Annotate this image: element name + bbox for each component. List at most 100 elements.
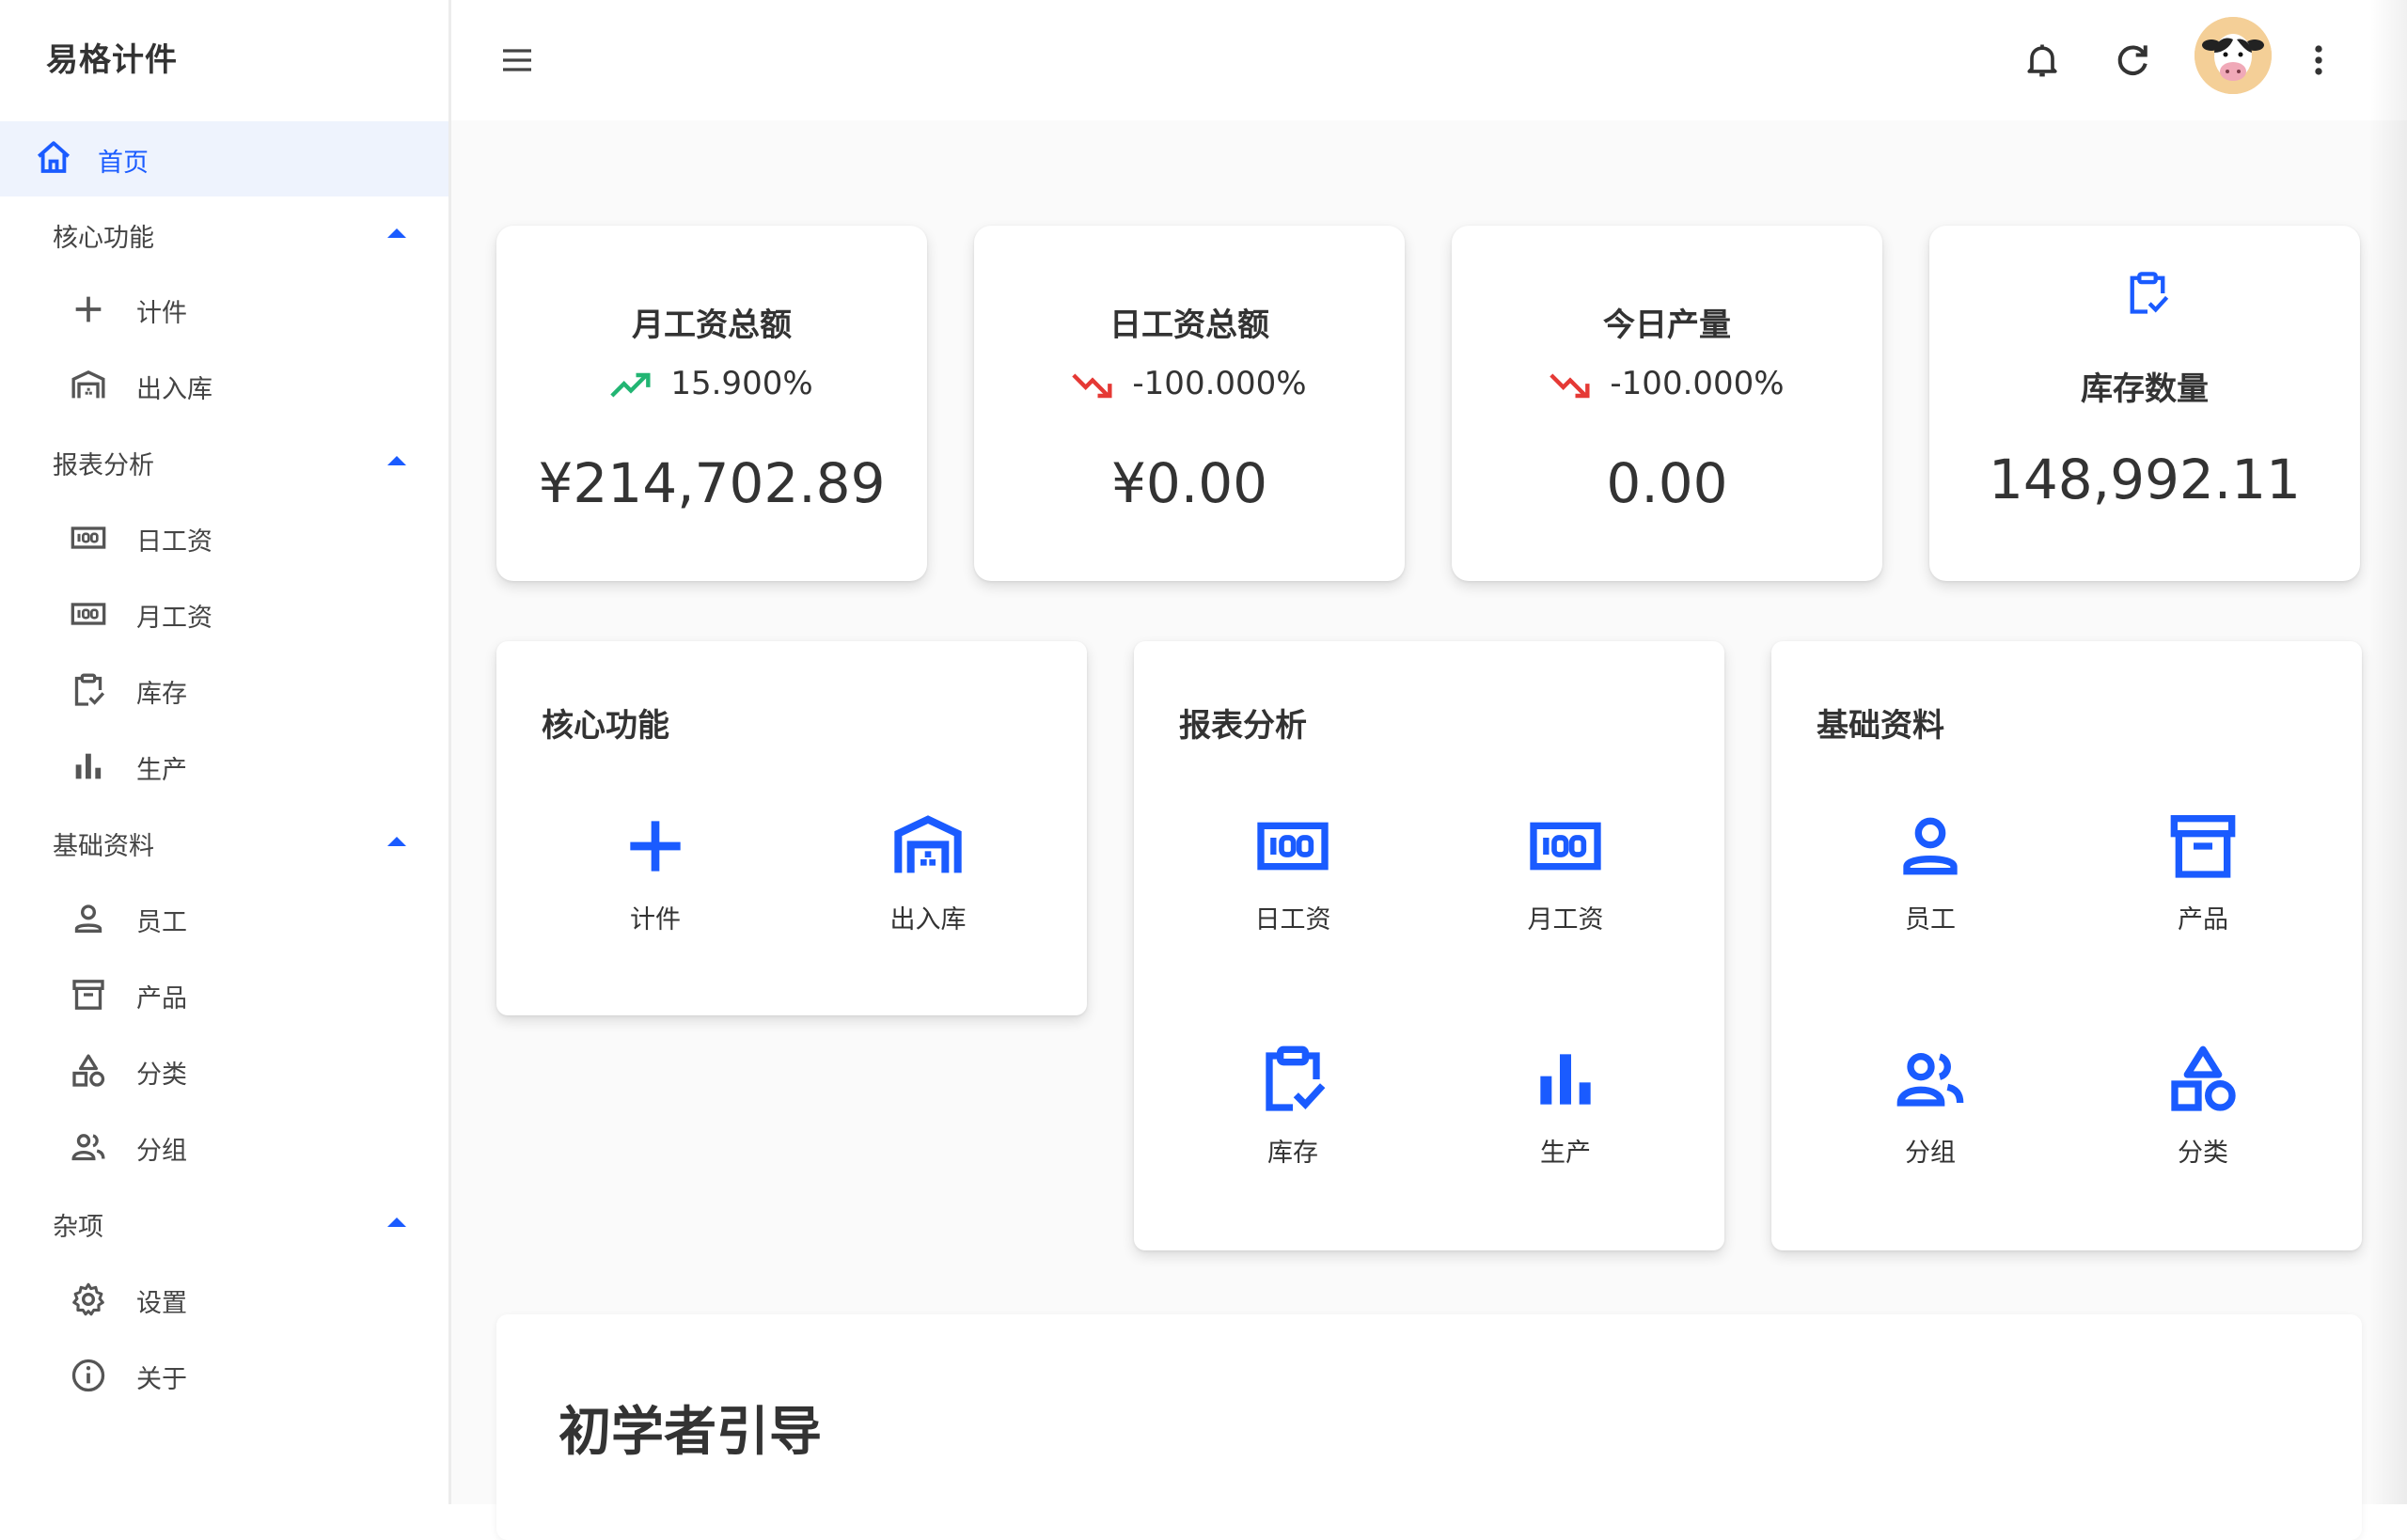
- stat-card-inventory: 库存数量 148,992.11: [1929, 226, 2360, 581]
- warehouse-icon: [71, 369, 105, 399]
- sidebar-item-about[interactable]: 关于: [0, 1338, 448, 1413]
- sidebar-item-category[interactable]: 分类: [0, 1033, 448, 1108]
- section-title: 核心功能: [542, 707, 669, 745]
- sidebar-item-product[interactable]: 产品: [0, 957, 448, 1032]
- sidebar-item-label: 分组: [136, 1137, 187, 1166]
- clipboard-check-icon: [2130, 272, 2169, 314]
- tile-inventory[interactable]: 库存: [1208, 1042, 1377, 1211]
- sidebar-item-home-label: 首页: [98, 149, 149, 178]
- avatar[interactable]: [2195, 17, 2272, 94]
- counter-icon: [71, 526, 106, 549]
- section-title: 报表分析: [1179, 707, 1307, 745]
- stat-trend: 15.900%: [496, 365, 927, 402]
- bar-chart-icon: [1540, 1054, 1591, 1105]
- sidebar-item-label: 生产: [136, 756, 187, 785]
- sidebar-item-employee[interactable]: 员工: [0, 881, 448, 956]
- stat-trend-value: -100.000%: [1132, 365, 1307, 402]
- sidebar-item-piecework[interactable]: 计件: [0, 272, 448, 347]
- trending-down-icon: [1072, 372, 1112, 398]
- more-vert-icon[interactable]: [2298, 39, 2339, 81]
- sidebar-item-monthly-wage[interactable]: 月工资: [0, 576, 448, 652]
- tile-monthly-wage[interactable]: 月工资: [1481, 809, 1650, 978]
- section-reports: 报表分析 日工资 月工资 库存 生产: [1134, 641, 1724, 1250]
- sidebar-group-basic-data[interactable]: 基础资料: [0, 805, 448, 880]
- tile-label: 分组: [1905, 1139, 1956, 1168]
- stat-card-daily-wage: 日工资总额 -100.000% ¥0.00: [974, 226, 1405, 581]
- stat-trend-value: 15.900%: [670, 365, 813, 402]
- clipboard-check-icon: [1266, 1045, 1326, 1111]
- tile-piecework[interactable]: 计件: [571, 809, 740, 978]
- sidebar-item-label: 日工资: [136, 527, 212, 557]
- sidebar-item-warehouse[interactable]: 出入库: [0, 348, 448, 423]
- tile-label: 分类: [2178, 1139, 2228, 1168]
- tile-label: 生产: [1540, 1139, 1591, 1168]
- sidebar-group-reports[interactable]: 报表分析: [0, 424, 448, 499]
- tile-label: 计件: [630, 905, 681, 935]
- counter-icon: [1530, 822, 1601, 871]
- stat-title: 库存数量: [2081, 370, 2209, 408]
- stat-value: 0.00: [1606, 451, 1728, 515]
- stat-value: ¥0.00: [1110, 451, 1268, 515]
- archive-icon: [2170, 815, 2236, 878]
- tile-label: 日工资: [1254, 905, 1331, 935]
- tile-category[interactable]: 分类: [2118, 1042, 2288, 1211]
- sidebar-item-label: 分类: [136, 1061, 187, 1090]
- tile-production[interactable]: 生产: [1481, 1042, 1650, 1211]
- gear-icon: [72, 1282, 104, 1316]
- trending-up-icon: [610, 372, 651, 398]
- sidebar-item-daily-wage[interactable]: 日工资: [0, 500, 448, 575]
- stat-trend: -100.000%: [974, 365, 1405, 402]
- stat-card-monthly-wage: 月工资总额 15.900% ¥214,702.89: [496, 226, 927, 581]
- tile-daily-wage[interactable]: 日工资: [1208, 809, 1377, 978]
- sidebar-group-label: 杂项: [53, 1213, 103, 1242]
- tile-group[interactable]: 分组: [1846, 1042, 2015, 1211]
- people-icon: [1896, 1052, 1964, 1107]
- stat-card-daily-output: 今日产量 -100.000% 0.00: [1452, 226, 1882, 581]
- stat-trend-value: -100.000%: [1610, 365, 1785, 402]
- sidebar-item-settings[interactable]: 设置: [0, 1262, 448, 1337]
- caret-up-icon: [387, 456, 406, 465]
- caret-up-icon: [387, 1218, 406, 1227]
- info-icon: [71, 1359, 105, 1392]
- sidebar-item-label: 计件: [136, 299, 187, 328]
- tile-product[interactable]: 产品: [2118, 809, 2288, 978]
- stat-title: 今日产量: [1603, 306, 1731, 344]
- sidebar: 易格计件 首页 核心功能 计件 出入库 报表分析 日工资 月工资 库存 生产 基…: [0, 0, 451, 1504]
- home-icon: [37, 141, 71, 173]
- beginner-guide-card: 初学者引导: [496, 1314, 2362, 1540]
- tile-label: 月工资: [1527, 905, 1604, 935]
- bell-icon[interactable]: [2022, 39, 2063, 81]
- scroll-edge-shadow: [2369, 0, 2407, 1504]
- sidebar-item-group[interactable]: 分组: [0, 1109, 448, 1185]
- stat-trend: -100.000%: [1452, 365, 1882, 402]
- sidebar-group-core[interactable]: 核心功能: [0, 196, 448, 272]
- sidebar-item-label: 设置: [136, 1289, 187, 1318]
- tile-label: 员工: [1905, 905, 1956, 935]
- tile-warehouse[interactable]: 出入库: [843, 809, 1013, 978]
- sidebar-group-misc[interactable]: 杂项: [0, 1186, 448, 1261]
- stat-title: 日工资总额: [1109, 306, 1269, 344]
- bar-chart-icon: [75, 753, 102, 779]
- caret-up-icon: [387, 228, 406, 238]
- stat-value: ¥214,702.89: [538, 451, 886, 515]
- section-title: 基础资料: [1817, 707, 1944, 745]
- sidebar-item-label: 关于: [136, 1365, 187, 1394]
- counter-icon: [1257, 822, 1329, 871]
- sidebar-item-label: 月工资: [136, 604, 212, 633]
- section-basic-data: 基础资料 员工 产品 分组 分类: [1771, 641, 2362, 1250]
- people-icon: [71, 1134, 105, 1161]
- person-icon: [1903, 817, 1958, 875]
- sidebar-item-home[interactable]: 首页: [0, 121, 448, 196]
- refresh-icon[interactable]: [2112, 39, 2153, 81]
- tile-employee[interactable]: 员工: [1846, 809, 2015, 978]
- app-title: 易格计件: [46, 41, 178, 79]
- sidebar-item-label: 产品: [136, 984, 187, 1014]
- sidebar-item-production[interactable]: 生产: [0, 729, 448, 804]
- sidebar-item-label: 库存: [136, 680, 187, 709]
- cow-avatar-icon: [2195, 17, 2272, 94]
- warehouse-icon: [894, 815, 962, 873]
- sidebar-item-inventory[interactable]: 库存: [0, 652, 448, 728]
- person-icon: [74, 904, 102, 933]
- sidebar-item-label: 员工: [136, 908, 187, 937]
- menu-icon[interactable]: [496, 41, 538, 79]
